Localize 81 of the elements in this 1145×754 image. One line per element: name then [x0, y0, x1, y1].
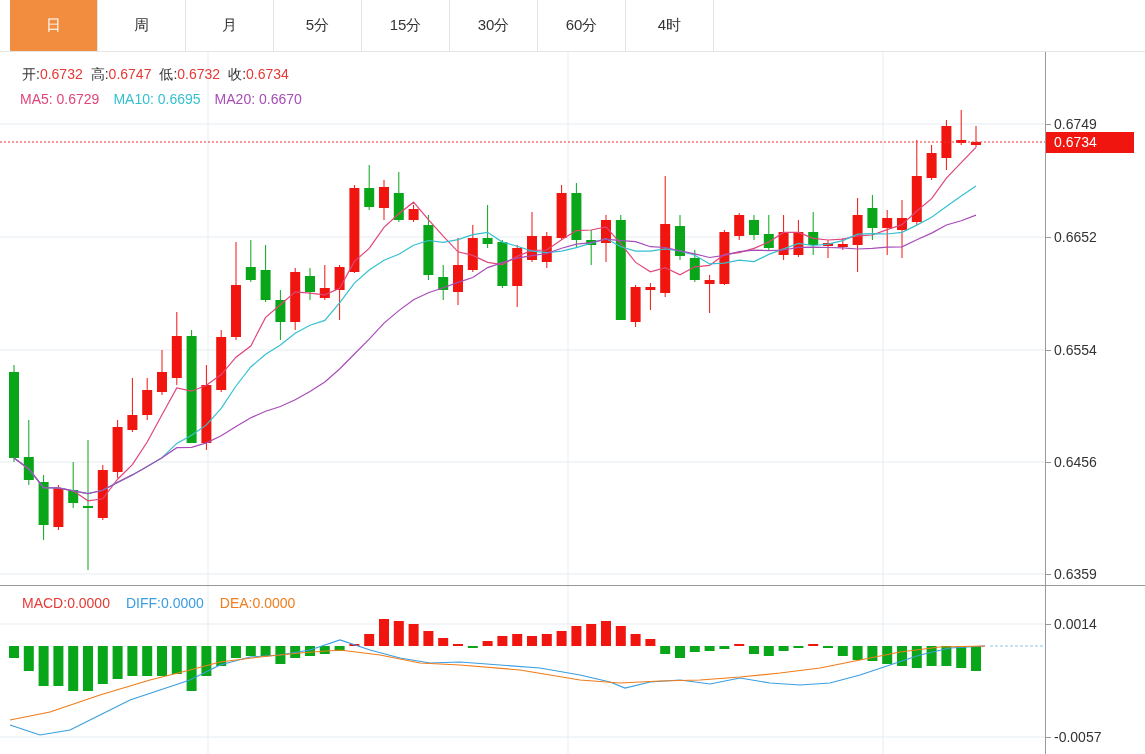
moving-average-legend: MA5: 0.6729	[20, 89, 100, 110]
histogram-bar	[438, 638, 449, 646]
histogram-bar	[689, 646, 700, 652]
histogram-bar	[911, 646, 922, 668]
histogram-bar	[719, 646, 730, 649]
histogram-bar	[127, 646, 138, 676]
ohlc-label: 收:	[228, 65, 247, 84]
histogram-bar	[675, 646, 685, 658]
histogram-bar	[319, 646, 330, 654]
histogram-bar	[482, 641, 493, 646]
histogram-bar	[334, 646, 345, 651]
histogram-bar	[305, 646, 315, 656]
ohlc-value: 0.6732	[177, 65, 221, 84]
histogram-bar	[897, 646, 907, 666]
histogram-bar	[645, 639, 656, 646]
histogram-bar	[615, 626, 626, 646]
histogram-bar	[704, 646, 715, 651]
price-axis-label: 0.6749	[1054, 115, 1097, 133]
moving-average-legend: MA20: 0.6670	[214, 89, 302, 110]
current-price-tag: 0.6734	[1046, 132, 1134, 153]
histogram-bar	[512, 634, 523, 646]
ohlc-label: 低:	[159, 65, 178, 84]
histogram-bar	[541, 634, 552, 646]
histogram-bar	[53, 646, 64, 686]
histogram-bar	[778, 646, 789, 651]
histogram-bar	[260, 646, 271, 656]
histogram-bar	[852, 646, 863, 660]
histogram-bar	[245, 646, 256, 656]
histogram-bar	[763, 646, 774, 656]
histogram-bar	[423, 631, 434, 646]
histogram-bar	[660, 646, 671, 654]
histogram-bar	[497, 636, 508, 646]
histogram-bar	[956, 646, 967, 668]
ohlc-value: 0.6732	[39, 65, 83, 84]
histogram-bar	[867, 646, 878, 661]
histogram-bar	[112, 646, 123, 679]
histogram-bar	[231, 646, 241, 658]
zero-line	[989, 645, 1045, 647]
histogram-bar	[527, 636, 537, 646]
price-axis-label: 0.6456	[1054, 453, 1097, 471]
histogram-bar	[586, 624, 597, 646]
histogram-bar	[216, 646, 227, 666]
histogram-bar	[290, 646, 301, 658]
histogram-bar	[68, 646, 79, 691]
histogram-bar	[157, 646, 167, 676]
histogram-bar	[941, 646, 952, 666]
histogram-bar	[601, 621, 611, 646]
macd-legend: DEA:0.0000	[219, 593, 296, 614]
histogram-bar	[393, 621, 404, 646]
histogram-bar	[379, 619, 389, 646]
price-axis-label: 0.6652	[1054, 228, 1097, 246]
macd-legend: DIFF:0.0000	[125, 593, 204, 614]
histogram-bar	[364, 634, 375, 646]
histogram-bar	[171, 646, 182, 674]
ohlc-label: 高:	[90, 65, 109, 84]
price-axis-label: 0.6359	[1054, 565, 1097, 583]
histogram-bar	[556, 631, 567, 646]
ohlc-value: 0.6734	[246, 65, 289, 84]
price-axis-label: 0.6554	[1054, 341, 1097, 359]
macd-axis-label: -0.0057	[1054, 728, 1102, 746]
histogram-bar	[9, 646, 19, 658]
histogram-bar	[630, 634, 641, 646]
histogram-bar	[186, 646, 197, 691]
histogram-bar	[837, 646, 848, 656]
moving-average-legend: MA10: 0.6695	[113, 89, 201, 110]
histogram-bar	[571, 626, 582, 646]
ohlc-label: 开:	[22, 65, 40, 84]
histogram-bar	[926, 646, 937, 666]
histogram-bar	[749, 646, 759, 654]
histogram-bar	[275, 646, 286, 664]
histogram-bar	[38, 646, 49, 686]
macd-axis-label: 0.0014	[1054, 615, 1097, 633]
histogram-bar	[23, 646, 34, 671]
histogram-bar	[408, 624, 419, 646]
macd-legend: MACD:0.0000	[22, 593, 110, 614]
histogram-bar	[882, 646, 893, 664]
histogram-bar	[201, 646, 212, 676]
histogram-bar	[142, 646, 153, 676]
histogram-bar	[971, 646, 981, 671]
histogram-bar	[83, 646, 93, 691]
histogram-bar	[97, 646, 108, 684]
